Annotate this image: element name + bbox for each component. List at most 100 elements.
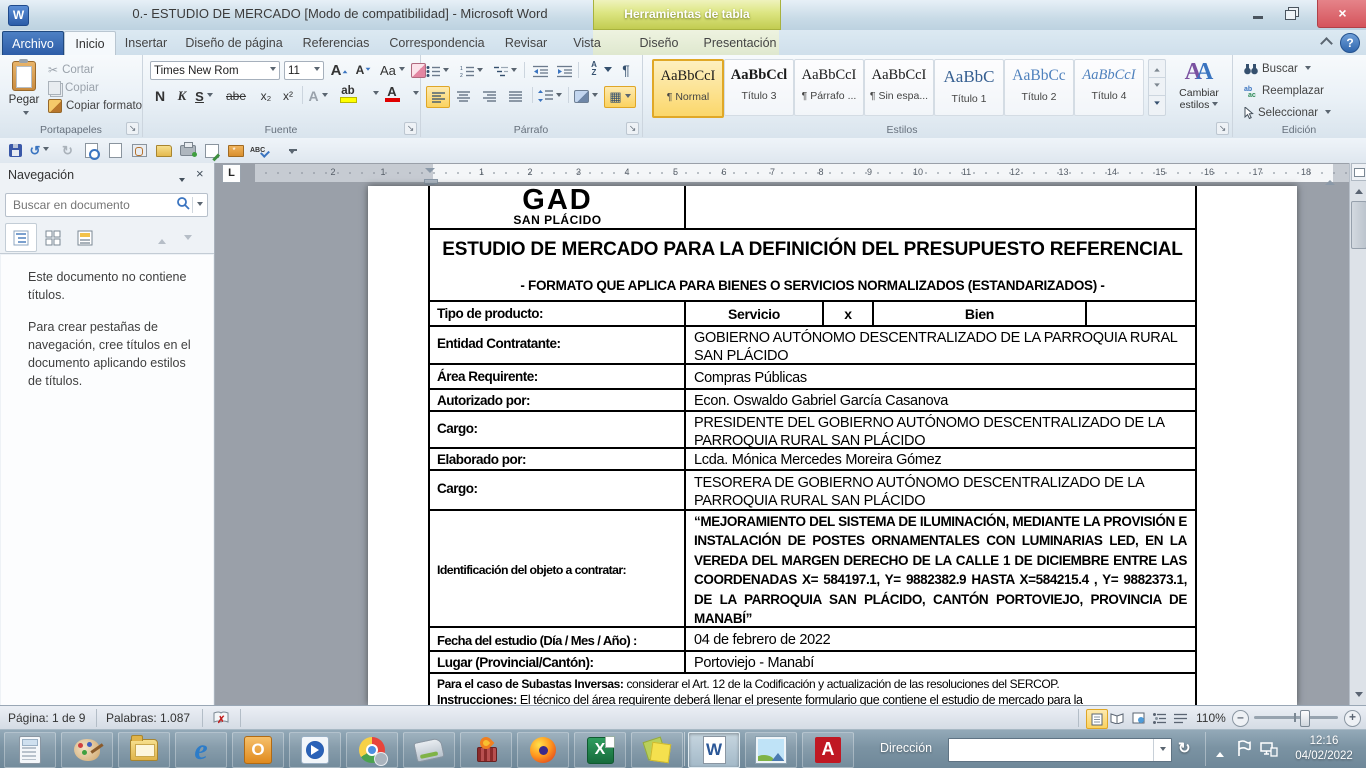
underline-button[interactable]: S xyxy=(194,86,214,106)
format-painter-button[interactable]: Copiar formato xyxy=(48,99,142,113)
page-indicator[interactable]: Página: 1 de 9 xyxy=(8,711,85,725)
cut-button[interactable]: ✂ Cortar xyxy=(48,63,94,77)
line-spacing-button[interactable] xyxy=(538,86,562,106)
taskbar-calculator-button[interactable] xyxy=(4,732,56,768)
address-combo-box[interactable] xyxy=(948,738,1172,762)
text-effects-button[interactable]: A xyxy=(308,86,328,106)
close-button[interactable]: × xyxy=(1317,0,1366,28)
taskbar-autocad-button[interactable]: A xyxy=(802,732,854,768)
help-icon[interactable]: ? xyxy=(1340,33,1360,53)
view-web-layout-button[interactable] xyxy=(1128,709,1148,727)
increase-indent-button[interactable] xyxy=(554,61,574,81)
spelling-button[interactable]: ABC xyxy=(250,141,269,160)
style-titulo-2[interactable]: AaBbCc Título 2 xyxy=(1004,59,1074,116)
tab-inicio[interactable]: Inicio xyxy=(64,31,116,56)
scrollbar-thumb[interactable] xyxy=(1351,201,1366,249)
zoom-level[interactable]: 110% xyxy=(1196,711,1226,725)
justify-button[interactable] xyxy=(504,86,526,106)
shrink-font-button[interactable]: A xyxy=(354,60,374,80)
zoom-out-button[interactable]: – xyxy=(1232,710,1249,727)
bold-button[interactable]: N xyxy=(150,86,170,106)
subscript-button[interactable]: x₂ xyxy=(256,86,276,106)
navigation-search-box[interactable] xyxy=(5,193,208,217)
paste-button[interactable]: Pegar xyxy=(4,59,44,121)
taskbar-photo-viewer-button[interactable] xyxy=(745,732,797,768)
quick-print-button[interactable] xyxy=(178,141,197,160)
taskbar-chrome-button[interactable] xyxy=(346,732,398,768)
nav-tab-pages[interactable] xyxy=(37,223,69,252)
estilos-dialog-launcher[interactable]: ↘ xyxy=(1216,122,1229,135)
replace-button[interactable]: abac Reemplazar xyxy=(1244,85,1324,97)
undo-button[interactable]: ↺ xyxy=(30,141,49,160)
taskbar-word-button[interactable]: W xyxy=(688,732,740,768)
change-styles-button[interactable]: AA Cambiar estilos xyxy=(1170,59,1228,121)
right-indent-marker[interactable] xyxy=(1325,172,1335,190)
proofing-status-icon[interactable]: ✗ xyxy=(212,710,230,729)
search-icon[interactable] xyxy=(176,196,190,215)
redo-button[interactable]: ↻ xyxy=(58,141,77,160)
navigation-pane-menu[interactable] xyxy=(176,173,185,191)
style-titulo-4[interactable]: AaBbCcI Título 4 xyxy=(1074,59,1144,116)
edit-table-button[interactable] xyxy=(202,141,221,160)
strikethrough-button[interactable]: abe xyxy=(226,86,246,106)
nav-tab-results[interactable] xyxy=(69,223,101,252)
borders-button[interactable]: ▦ xyxy=(604,86,636,108)
scroll-up-icon[interactable] xyxy=(1351,181,1366,197)
restore-button[interactable] xyxy=(1276,4,1304,26)
styles-gallery-more[interactable] xyxy=(1149,96,1165,113)
style-sin-espaciado[interactable]: AaBbCcI ¶ Sin espa... xyxy=(864,59,934,116)
taskbar-paint-button[interactable] xyxy=(61,732,113,768)
shading-button[interactable] xyxy=(574,86,598,106)
horizontal-ruler[interactable]: 21123456789101112131415161718 xyxy=(255,164,1349,182)
taskbar-internet-explorer-button[interactable]: e xyxy=(175,732,227,768)
view-draft-button[interactable] xyxy=(1170,709,1190,727)
address-input[interactable] xyxy=(949,739,1153,761)
style-titulo-1[interactable]: AaBbC Título 1 xyxy=(934,59,1004,116)
align-right-button[interactable] xyxy=(478,86,500,106)
tab-insertar[interactable]: Insertar xyxy=(116,31,176,55)
tab-vista[interactable]: Vista xyxy=(560,31,614,55)
taskbar-media-player-button[interactable] xyxy=(289,732,341,768)
nav-previous-button[interactable] xyxy=(158,231,166,249)
styles-scroll-down[interactable] xyxy=(1149,78,1165,96)
zoom-slider-thumb[interactable] xyxy=(1300,710,1310,727)
highlight-color-button[interactable]: ab xyxy=(338,84,358,104)
style-normal[interactable]: AaBbCcI ¶ Normal xyxy=(652,59,724,118)
bullets-button[interactable] xyxy=(426,61,449,81)
numbering-button[interactable]: 12 xyxy=(460,61,483,81)
align-center-button[interactable] xyxy=(452,86,474,106)
vertical-scrollbar[interactable] xyxy=(1349,163,1366,705)
find-button[interactable]: Buscar xyxy=(1244,63,1311,75)
nav-tab-headings[interactable] xyxy=(5,223,37,252)
font-name-combo[interactable]: Times New Rom xyxy=(150,61,280,80)
taskbar-outlook-button[interactable]: O xyxy=(232,732,284,768)
style-parrafo[interactable]: AaBbCcI ¶ Párrafo ... xyxy=(794,59,864,116)
taskbar-excel-button[interactable]: X xyxy=(574,732,626,768)
decrease-indent-button[interactable] xyxy=(530,61,550,81)
minimize-button[interactable] xyxy=(1244,4,1272,26)
italic-button[interactable]: K xyxy=(172,86,192,106)
tray-flag-icon[interactable] xyxy=(1237,740,1251,762)
folder-special-button[interactable]: * xyxy=(226,141,245,160)
save-button[interactable] xyxy=(6,141,25,160)
portapapeles-dialog-launcher[interactable]: ↘ xyxy=(126,122,139,135)
print-preview-button[interactable] xyxy=(82,141,101,160)
zoom-slider-track[interactable] xyxy=(1254,716,1338,719)
font-color-button[interactable]: A xyxy=(382,84,402,104)
tab-selector[interactable]: L xyxy=(222,164,241,183)
grow-font-button[interactable]: A xyxy=(330,60,350,80)
multilevel-list-button[interactable] xyxy=(494,61,517,81)
qat-overflow-button[interactable] xyxy=(282,141,301,160)
taskbar-firefox-button[interactable] xyxy=(517,732,569,768)
tab-diseno-tabla[interactable]: Diseño xyxy=(628,31,690,55)
parrafo-dialog-launcher[interactable]: ↘ xyxy=(626,122,639,135)
view-fullscreen-reading-button[interactable] xyxy=(1107,709,1127,727)
show-marks-button[interactable]: ¶ xyxy=(616,60,636,80)
tab-referencias[interactable]: Referencias xyxy=(292,31,380,55)
zoom-in-button[interactable]: + xyxy=(1344,710,1361,727)
tab-correspondencia[interactable]: Correspondencia xyxy=(382,31,492,55)
tab-diseno-de-pagina[interactable]: Diseño de página xyxy=(178,31,290,55)
word-count[interactable]: Palabras: 1.087 xyxy=(106,711,190,725)
change-case-button[interactable]: Aa xyxy=(380,60,405,80)
tab-revisar[interactable]: Revisar xyxy=(494,31,558,55)
